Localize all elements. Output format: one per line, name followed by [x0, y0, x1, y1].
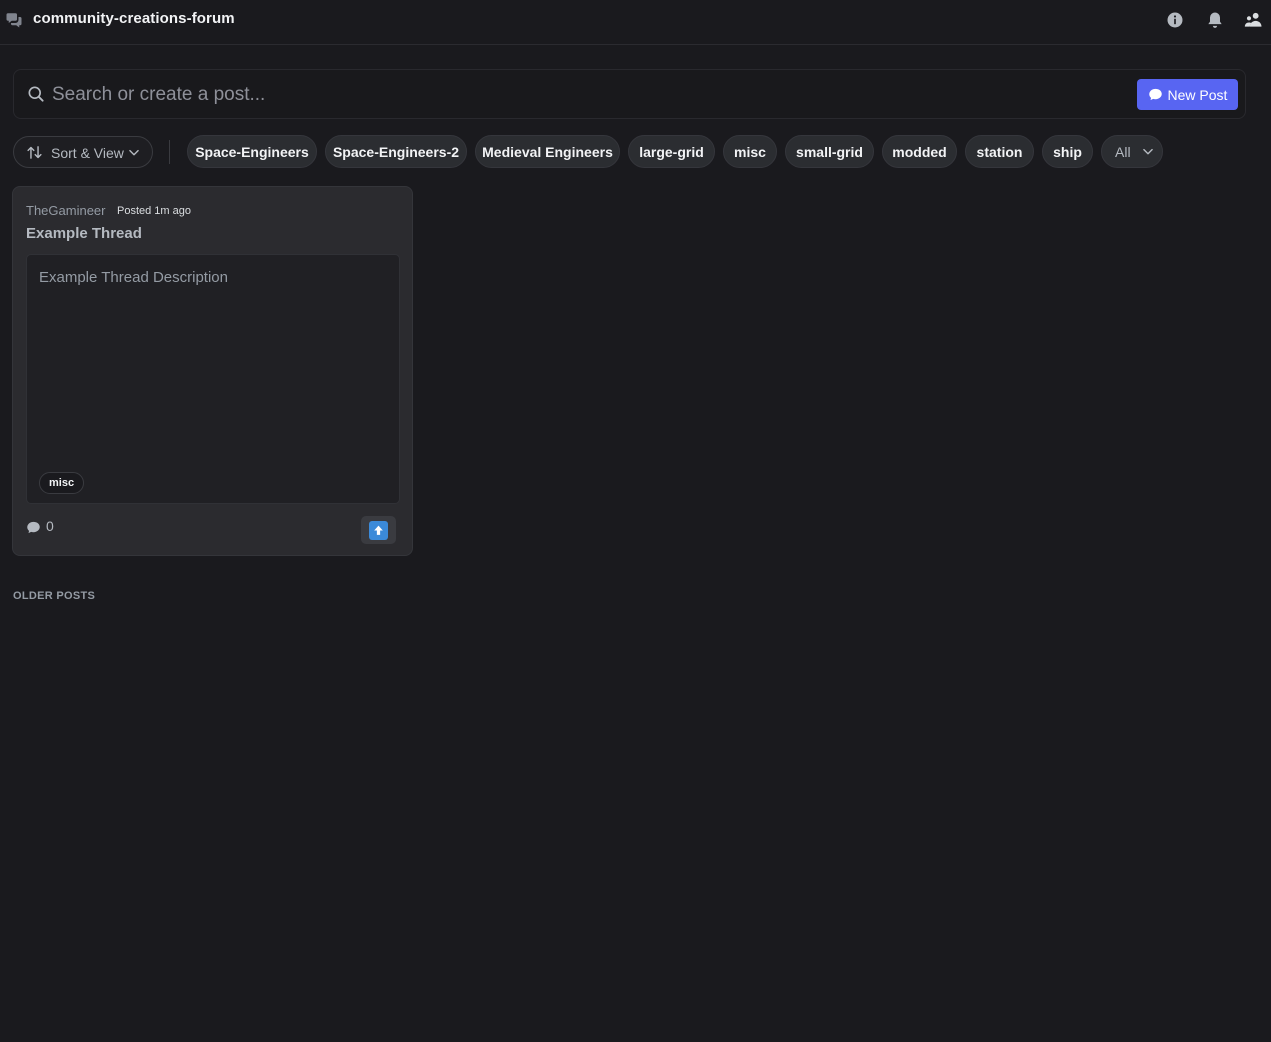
tag-station[interactable]: station: [965, 135, 1034, 168]
post-description: Example Thread Description: [39, 269, 228, 286]
search-bar: New Post: [13, 69, 1246, 119]
upvote-button[interactable]: [361, 516, 396, 544]
search-input[interactable]: [52, 80, 1122, 110]
all-tags-dropdown[interactable]: All: [1101, 135, 1163, 168]
post-card[interactable]: TheGamineer Posted 1m ago Example Thread…: [12, 186, 413, 556]
tag-modded[interactable]: modded: [882, 135, 957, 168]
post-preview: Example Thread Description misc: [26, 254, 400, 504]
members-icon[interactable]: [1244, 10, 1264, 30]
sort-icon: [27, 146, 42, 159]
tag-space-engineers[interactable]: Space-Engineers: [187, 135, 317, 168]
post-tag: misc: [39, 472, 85, 494]
up-arrow-icon: [369, 520, 388, 540]
chevron-down-icon: [129, 149, 139, 156]
filter-divider: [169, 140, 170, 164]
tag-ship[interactable]: ship: [1042, 135, 1093, 168]
search-icon: [28, 86, 44, 102]
bell-icon[interactable]: [1205, 10, 1225, 30]
older-posts-heading: OLDER POSTS: [13, 590, 96, 602]
tag-large-grid[interactable]: large-grid: [628, 135, 715, 168]
tag-small-grid[interactable]: small-grid: [785, 135, 874, 168]
new-post-button[interactable]: New Post: [1137, 79, 1238, 110]
sort-label: Sort & View: [51, 145, 124, 161]
all-tags-label: All: [1115, 144, 1131, 160]
post-timestamp: Posted 1m ago: [117, 205, 191, 217]
channel-name: community-creations-forum: [33, 10, 235, 27]
chevron-down-icon: [1143, 148, 1153, 155]
reply-count: 0: [46, 518, 54, 534]
tag-medieval-engineers[interactable]: Medieval Engineers: [475, 135, 620, 168]
tag-misc[interactable]: misc: [723, 135, 777, 168]
info-icon[interactable]: [1165, 10, 1185, 30]
channel-header: community-creations-forum: [0, 0, 1271, 45]
forum-icon: [6, 13, 22, 28]
reply-count-icon: [27, 521, 40, 534]
tag-space-engineers-2[interactable]: Space-Engineers-2: [325, 135, 467, 168]
post-title[interactable]: Example Thread: [26, 225, 142, 242]
chat-bubble-icon: [1148, 88, 1162, 101]
post-author[interactable]: TheGamineer: [26, 203, 105, 218]
new-post-label: New Post: [1167, 86, 1228, 103]
sort-and-view-button[interactable]: Sort & View: [13, 136, 153, 168]
